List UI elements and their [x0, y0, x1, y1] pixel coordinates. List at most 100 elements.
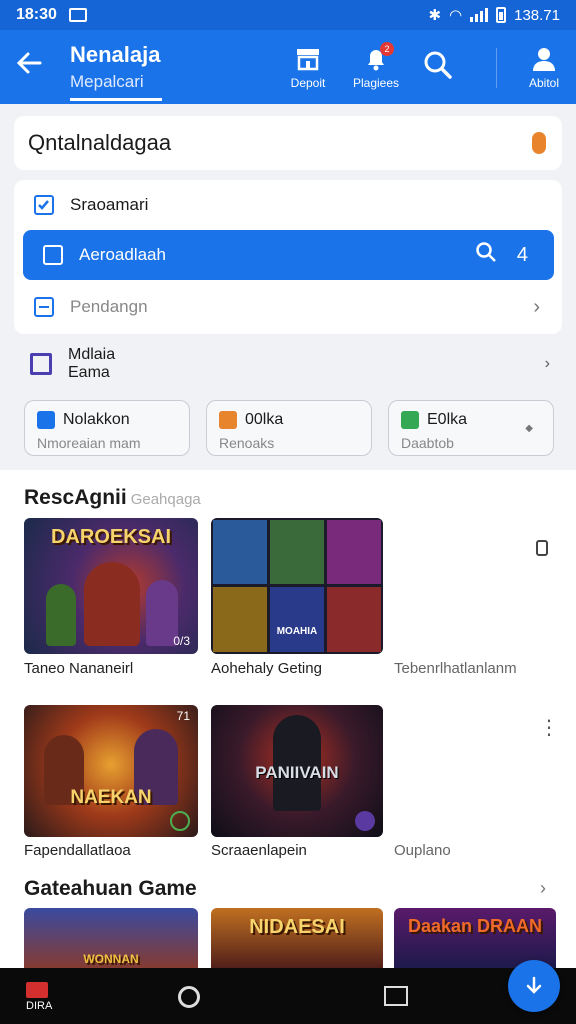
- search-input[interactable]: Qntalnaldagaa: [14, 116, 562, 170]
- chip-indicator-icon: ◆: [525, 423, 533, 434]
- search-icon[interactable]: [475, 241, 497, 269]
- status-bar: 18:30 ✱ ◠ 138.71: [0, 0, 576, 30]
- section-title: Gateahuan Game: [24, 877, 197, 901]
- minus-square-icon: [34, 297, 54, 317]
- download-icon: [526, 976, 542, 994]
- app-bar-divider: [496, 48, 497, 88]
- status-time: 18:30: [16, 6, 57, 23]
- game-thumbnail[interactable]: PANIIVAIN: [211, 705, 383, 837]
- home-nav-button[interactable]: DIRA: [26, 982, 52, 1012]
- home-circle-icon[interactable]: [178, 986, 200, 1008]
- character-figure: [46, 584, 76, 646]
- search-value: Qntalnaldagaa: [28, 130, 172, 155]
- media-line-2: Eama: [68, 364, 110, 381]
- game-caption: Ouplano: [394, 842, 451, 859]
- media-line-1: Mdlaia: [68, 346, 116, 363]
- grid-tile: [213, 520, 267, 584]
- section-subtitle: Geahqaga: [130, 491, 201, 508]
- menu-item-label: Pendangn: [70, 297, 148, 316]
- section-title-text: RescAgnii: [24, 486, 127, 509]
- search-button[interactable]: [408, 50, 468, 82]
- back-arrow-icon[interactable]: [14, 48, 54, 88]
- character-figure: [84, 562, 140, 646]
- chip-subtitle: Renoaks: [219, 435, 275, 451]
- game-thumbnail[interactable]: NAEKAN 71: [24, 705, 198, 837]
- chip-3[interactable]: E0lka Daabtob ◆: [388, 400, 554, 456]
- wifi-icon: ◠: [449, 7, 463, 24]
- recent-apps-icon[interactable]: [384, 986, 408, 1006]
- chip-icon: [37, 411, 55, 429]
- notifications-button[interactable]: 2 Plagiees: [346, 42, 406, 90]
- store-label: Depoit: [290, 76, 326, 90]
- bookmark-icon[interactable]: [536, 540, 548, 556]
- menu-item-label: Sraoamari: [70, 195, 149, 214]
- game-caption: Taneo Nananeirl: [24, 660, 134, 677]
- grid-tile: [327, 520, 381, 584]
- chip-subtitle: Daabtob: [401, 435, 454, 451]
- game-art-title: DAROEKSAI: [50, 526, 171, 548]
- chevron-right-icon: ›: [544, 355, 550, 372]
- media-row[interactable]: Mdlaia Eama ›: [30, 344, 550, 384]
- thumbnail-badge: 0/3: [173, 634, 190, 648]
- thumbnail-corner-text: 71: [176, 709, 190, 723]
- more-options-icon[interactable]: ⋮: [539, 718, 559, 738]
- notification-badge: 2: [380, 42, 394, 56]
- section-title: RescAgnii Geahqaga: [24, 486, 201, 510]
- badge-icon: [170, 811, 190, 831]
- game-art-title: WONNAN: [83, 952, 139, 966]
- notification-icon: [68, 8, 87, 22]
- menu-card: Sraoamari Aeroadlaah 4 Pendangn ›: [14, 180, 562, 334]
- battery-icon: [496, 7, 507, 23]
- game-caption: Tebenrlhatlanlanm: [394, 660, 517, 677]
- chip-title: Nolakkon: [63, 411, 130, 428]
- status-battery-text: 138.71: [514, 6, 560, 24]
- store-icon: [278, 44, 338, 74]
- app-subtitle[interactable]: Mepalcari: [70, 72, 161, 92]
- home-nav-label: DIRA: [26, 1000, 53, 1012]
- app-title-group: Nenalaja Mepalcari: [70, 42, 161, 92]
- chevron-right-icon: ›: [533, 295, 540, 318]
- checkbox-icon: [34, 195, 54, 215]
- bottom-navigation: DIRA: [0, 968, 576, 1024]
- menu-item-label: Aeroadlaah: [79, 245, 166, 264]
- game-caption: Scraaenlapein: [211, 842, 307, 859]
- profile-label: Abitol: [528, 76, 560, 90]
- grid-tile: [327, 587, 381, 652]
- game-art-title: NAEKAN: [70, 787, 152, 808]
- chevron-right-icon[interactable]: ›: [540, 878, 546, 899]
- checkbox-icon: [43, 245, 63, 265]
- download-fab-button[interactable]: [508, 960, 560, 1012]
- profile-icon: [514, 44, 574, 74]
- chip-icon: [401, 411, 419, 429]
- notifications-label: Plagiees: [352, 76, 400, 90]
- search-icon: [408, 50, 468, 80]
- grid-tile: [270, 587, 324, 652]
- quick-chips: Nolakkon Nmoreaian mam 00lka Renoaks E0l…: [24, 400, 554, 456]
- game-thumbnail-grid[interactable]: MOAHIA: [211, 518, 383, 654]
- menu-item-3[interactable]: Pendangn ›: [14, 282, 562, 332]
- store-button[interactable]: Depoit: [278, 44, 338, 90]
- media-icon: [30, 353, 52, 375]
- menu-item-2-active[interactable]: Aeroadlaah 4: [23, 230, 554, 280]
- game-caption: Fapendallatlaoa: [24, 842, 131, 859]
- grid-tile: [270, 520, 324, 584]
- chip-icon: [219, 411, 237, 429]
- active-tab-indicator: [70, 98, 162, 101]
- mic-icon[interactable]: [532, 132, 546, 154]
- menu-item-1[interactable]: Sraoamari: [14, 180, 562, 230]
- app-bar: Nenalaja Mepalcari Depoit 2 Plagiees Abi…: [0, 30, 576, 104]
- profile-button[interactable]: Abitol: [514, 44, 574, 90]
- game-thumbnail[interactable]: NIDAESAI: [211, 908, 383, 972]
- bell-icon: 2: [346, 42, 406, 74]
- chip-2[interactable]: 00lka Renoaks: [206, 400, 372, 456]
- menu-item-count: 4: [516, 243, 528, 266]
- game-art-title: Daakan DRAAN: [407, 916, 543, 936]
- game-thumbnail[interactable]: DAROEKSAI 0/3: [24, 518, 198, 654]
- chip-title: 00lka: [245, 411, 284, 428]
- game-thumbnail[interactable]: WONNAN: [24, 908, 198, 972]
- chip-1[interactable]: Nolakkon Nmoreaian mam: [24, 400, 190, 456]
- game-art-title: MOAHIA: [276, 626, 318, 637]
- signal-icon: [470, 8, 489, 22]
- grid-tile: [213, 587, 267, 652]
- game-art-title: NIDAESAI: [249, 916, 345, 938]
